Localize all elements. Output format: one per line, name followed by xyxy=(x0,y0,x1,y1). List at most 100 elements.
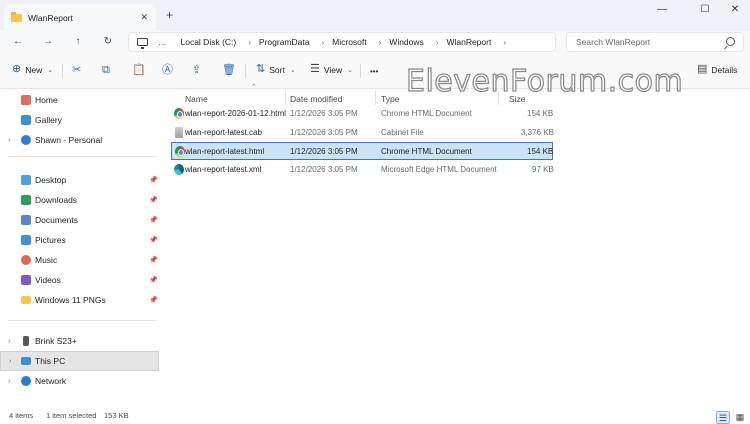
file-size: 154 KB xyxy=(527,109,554,118)
breadcrumb-overflow-button[interactable]: … xyxy=(158,37,167,47)
chevron-right-icon[interactable]: › xyxy=(379,38,382,47)
sidebar-item-onedrive[interactable]: › Shawn - Personal xyxy=(0,130,164,150)
file-row-selected[interactable]: wlan-report-latest.html 1/12/2026 3:05 P… xyxy=(171,142,553,160)
breadcrumb-wlanreport[interactable]: WlanReport xyxy=(446,37,491,47)
tiles-view-button[interactable]: ▦ xyxy=(733,411,747,424)
refresh-button[interactable]: ↻ xyxy=(101,35,115,49)
plus-circle-icon: ⊕ xyxy=(12,63,22,75)
copy-icon[interactable]: ⧉ xyxy=(102,64,110,76)
cut-icon[interactable]: ✂ xyxy=(72,64,81,76)
sidebar-item-desktop[interactable]: Desktop 📌 xyxy=(0,170,164,190)
breadcrumb-local-disk[interactable]: Local Disk (C:) xyxy=(181,37,237,47)
breadcrumb-windows[interactable]: Windows xyxy=(389,37,423,47)
file-type: Microsoft Edge HTML Document xyxy=(381,165,497,174)
back-button[interactable]: ← xyxy=(11,35,25,49)
file-name: wlan-report-2026-01-12.html xyxy=(185,109,286,118)
sidebar-item-label: Gallery xyxy=(35,115,62,125)
expand-chevron-icon[interactable]: › xyxy=(8,338,10,345)
sidebar-item-gallery[interactable]: Gallery xyxy=(0,110,164,130)
sidebar-item-pictures[interactable]: Pictures 📌 xyxy=(0,230,164,250)
details-pane-icon: ▤ xyxy=(697,63,708,75)
network-icon xyxy=(21,376,31,386)
sidebar-item-documents[interactable]: Documents 📌 xyxy=(0,210,164,230)
chevron-down-icon: ⌄ xyxy=(347,66,354,74)
more-options-icon[interactable]: ••• xyxy=(370,66,378,78)
column-divider[interactable] xyxy=(375,91,376,105)
breadcrumb-programdata[interactable]: ProgramData xyxy=(259,37,310,47)
sidebar-item-downloads[interactable]: Downloads 📌 xyxy=(0,190,164,210)
sidebar-item-home[interactable]: Home xyxy=(0,90,164,110)
navigation-pane: Home Gallery › Shawn - Personal Desktop … xyxy=(0,89,164,407)
chevron-right-icon[interactable]: › xyxy=(248,38,251,47)
column-name-label: Name xyxy=(185,94,208,104)
expand-chevron-icon[interactable]: › xyxy=(9,358,11,365)
sidebar-divider xyxy=(8,156,156,157)
folder-icon xyxy=(11,11,22,22)
sidebar-item-brink-s23[interactable]: › Brink S23+ xyxy=(0,331,164,351)
up-button[interactable]: ↑ xyxy=(71,35,85,49)
phone-icon xyxy=(23,336,29,346)
onedrive-icon xyxy=(21,135,31,145)
new-label: New xyxy=(25,64,43,75)
chevron-right-icon[interactable]: › xyxy=(436,38,439,47)
paste-icon[interactable]: 📋 xyxy=(132,64,146,76)
chevron-right-icon[interactable]: › xyxy=(503,38,506,47)
sidebar-item-this-pc[interactable]: › This PC xyxy=(0,351,159,371)
sidebar-item-windows-11-pngs[interactable]: Windows 11 PNGs 📌 xyxy=(0,290,164,310)
close-window-button[interactable]: ✕ xyxy=(726,4,744,15)
music-icon xyxy=(21,255,31,265)
rename-icon[interactable]: Ⓐ xyxy=(162,64,173,76)
chevron-right-icon[interactable]: › xyxy=(321,38,324,47)
status-item-count: 4 items xyxy=(9,411,34,420)
file-date: 1/12/2026 3:05 PM xyxy=(290,128,358,137)
minimize-button[interactable]: — xyxy=(653,4,671,15)
downloads-icon xyxy=(21,195,31,205)
file-row[interactable]: wlan-report-2026-01-12.html 1/12/2026 3:… xyxy=(171,105,553,123)
details-pane-button[interactable]: ▤ Details xyxy=(697,64,737,75)
tab-title: WlanReport xyxy=(28,12,73,23)
documents-icon xyxy=(21,215,31,225)
desktop-icon xyxy=(21,175,31,185)
share-icon[interactable]: ⇪ xyxy=(192,64,201,76)
tab-wlanreport[interactable]: WlanReport ✕ xyxy=(4,4,156,31)
file-row[interactable]: wlan-report-latest.xml 1/12/2026 3:05 PM… xyxy=(171,161,554,179)
sidebar-item-label: Pictures xyxy=(35,235,66,245)
expand-chevron-icon[interactable]: › xyxy=(8,378,10,385)
expand-chevron-icon[interactable]: › xyxy=(8,137,10,144)
pin-icon: 📌 xyxy=(149,277,158,284)
search-placeholder: Search WlanReport xyxy=(576,37,651,47)
pin-icon: 📌 xyxy=(149,197,158,204)
forward-button[interactable]: → xyxy=(41,35,55,49)
this-pc-icon xyxy=(21,357,31,365)
sort-button[interactable]: ⇅ Sort ⌄ xyxy=(256,64,296,75)
file-type: Chrome HTML Document xyxy=(381,147,472,156)
sidebar-item-label: Downloads xyxy=(35,195,78,205)
sidebar-item-label: Desktop xyxy=(35,175,67,185)
chevron-down-icon: ⌄ xyxy=(47,66,54,74)
file-row[interactable]: wlan-report-latest.cab 1/12/2026 3:05 PM… xyxy=(171,124,554,142)
sidebar-item-label: Shawn - Personal xyxy=(35,135,103,145)
new-tab-button[interactable]: + xyxy=(166,9,173,21)
details-view-button[interactable]: ☰ xyxy=(716,411,730,424)
maximize-button[interactable]: ☐ xyxy=(696,4,714,15)
sidebar-item-videos[interactable]: Videos 📌 xyxy=(0,270,164,290)
sidebar-item-network[interactable]: › Network xyxy=(0,371,164,391)
sidebar-item-label: Windows 11 PNGs xyxy=(35,295,106,305)
delete-icon[interactable]: 🗑 xyxy=(222,64,236,76)
sort-ascending-icon: ⌃ xyxy=(251,84,257,91)
view-button[interactable]: ☰ View ⌄ xyxy=(310,64,353,75)
column-divider[interactable] xyxy=(285,91,286,105)
breadcrumb-microsoft[interactable]: Microsoft xyxy=(332,37,366,47)
new-button[interactable]: ⊕ New ⌄ xyxy=(12,64,53,75)
sort-label: Sort xyxy=(269,64,285,75)
sidebar-item-music[interactable]: Music 📌 xyxy=(0,250,164,270)
pin-icon: 📌 xyxy=(149,257,158,264)
address-bar[interactable]: … Local Disk (C:) › ProgramData › Micros… xyxy=(128,32,556,52)
search-input[interactable]: Search WlanReport xyxy=(566,32,744,52)
folder-icon xyxy=(21,296,31,304)
tab-close-icon[interactable]: ✕ xyxy=(140,12,148,23)
sidebar-item-label: Home xyxy=(35,95,58,105)
toolbar-divider xyxy=(360,64,361,78)
file-size: 3,376 KB xyxy=(521,128,554,137)
navigation-bar: ← → ↑ ↻ … Local Disk (C:) › ProgramData … xyxy=(0,31,750,53)
